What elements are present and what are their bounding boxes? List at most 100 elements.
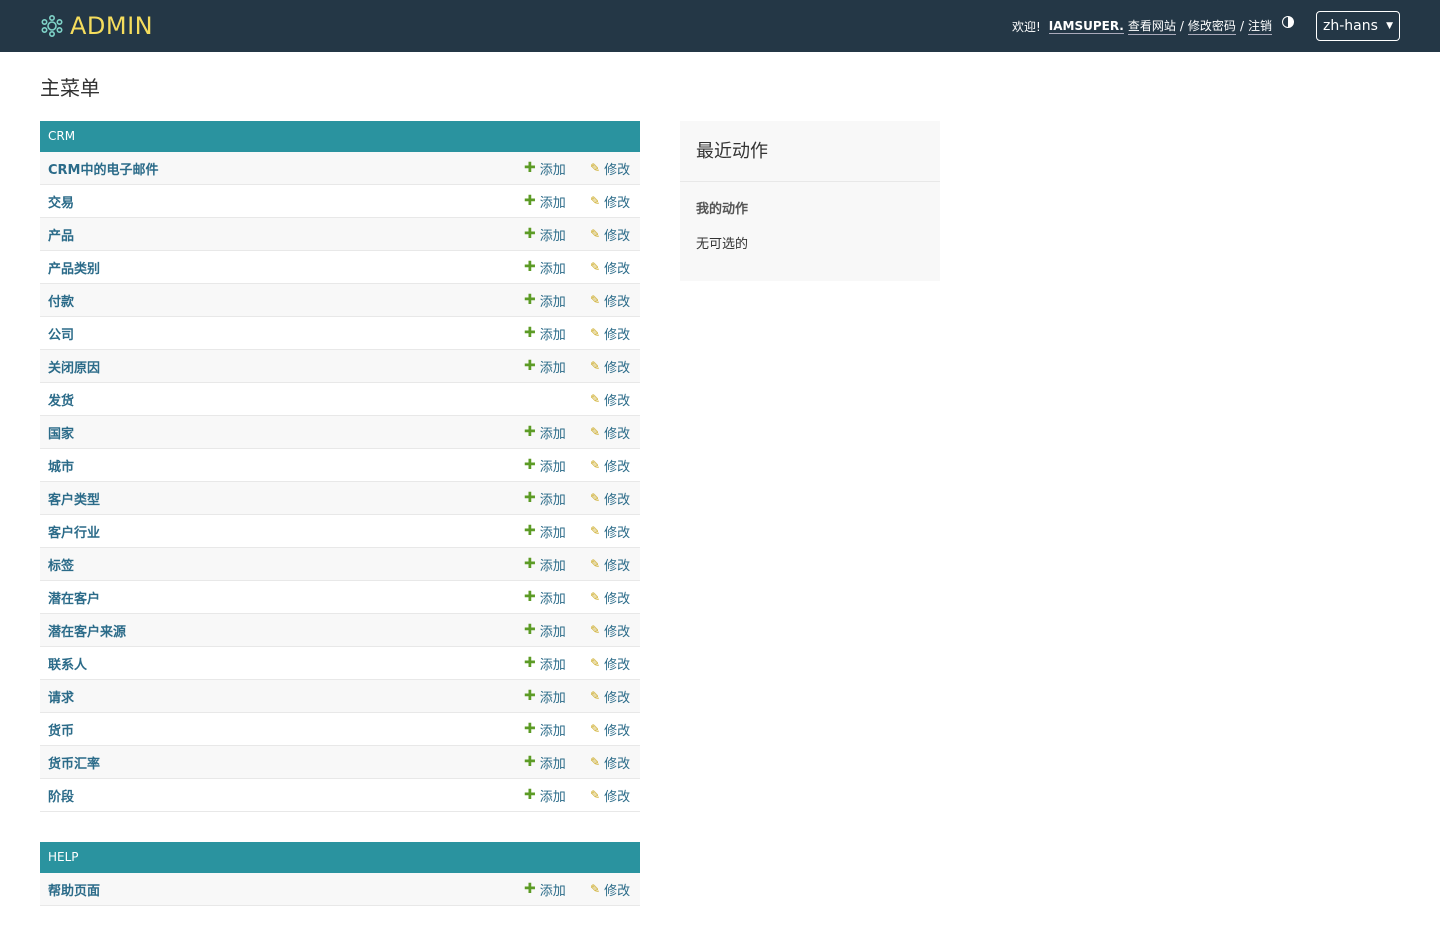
plus-icon: ✚ xyxy=(524,193,536,209)
change-link[interactable]: ✎ 修改 xyxy=(590,291,632,310)
change-link[interactable]: ✎ 修改 xyxy=(590,720,632,739)
model-link[interactable]: 联系人 xyxy=(48,654,524,673)
add-link[interactable]: ✚ 添加 xyxy=(524,324,590,343)
model-row: 付款 ✚ 添加 ✎ 修改 xyxy=(40,284,640,317)
add-link[interactable]: ✚ 添加 xyxy=(524,258,590,277)
my-actions-title: 我的动作 xyxy=(696,202,749,217)
model-link[interactable]: CRM中的电子邮件 xyxy=(48,159,524,178)
plus-icon: ✚ xyxy=(524,721,536,737)
add-link[interactable]: ✚ 添加 xyxy=(524,225,590,244)
view-site-link[interactable]: 查看网站 xyxy=(1127,17,1176,35)
model-link[interactable]: 请求 xyxy=(48,687,524,706)
model-link[interactable]: 潜在客户来源 xyxy=(48,621,524,640)
add-link[interactable]: ✚ 添加 xyxy=(524,588,590,607)
add-link[interactable]: ✚ 添加 xyxy=(524,192,590,211)
username: IAMSUPER. xyxy=(1048,18,1124,34)
language-select[interactable]: zh-hans ▼ xyxy=(1316,11,1400,41)
model-link[interactable]: 客户行业 xyxy=(48,522,524,541)
change-link[interactable]: ✎ 修改 xyxy=(590,786,632,805)
change-link[interactable]: ✎ 修改 xyxy=(590,522,632,541)
change-link[interactable]: ✎ 修改 xyxy=(590,654,632,673)
add-label: 添加 xyxy=(539,426,566,442)
model-link[interactable]: 货币 xyxy=(48,720,524,739)
add-label: 添加 xyxy=(539,883,566,899)
model-link[interactable]: 发货 xyxy=(48,390,524,409)
change-link[interactable]: ✎ 修改 xyxy=(590,225,632,244)
add-link[interactable]: ✚ 添加 xyxy=(524,687,590,706)
model-link[interactable]: 国家 xyxy=(48,423,524,442)
change-link[interactable]: ✎ 修改 xyxy=(590,753,632,772)
change-label: 修改 xyxy=(604,525,631,541)
change-link[interactable]: ✎ 修改 xyxy=(590,687,632,706)
separator: / xyxy=(1239,19,1244,33)
pencil-icon: ✎ xyxy=(590,458,601,472)
change-link[interactable]: ✎ 修改 xyxy=(590,880,632,899)
model-row: 客户类型 ✚ 添加 ✎ 修改 xyxy=(40,482,640,515)
change-link[interactable]: ✎ 修改 xyxy=(590,621,632,640)
pencil-icon: ✎ xyxy=(590,656,601,670)
model-link[interactable]: 付款 xyxy=(48,291,524,310)
add-label: 添加 xyxy=(539,261,566,277)
change-password-link[interactable]: 修改密码 xyxy=(1187,17,1236,35)
change-link[interactable]: ✎ 修改 xyxy=(590,588,632,607)
add-label: 添加 xyxy=(539,624,566,640)
plus-icon: ✚ xyxy=(524,655,536,671)
site-title[interactable]: ADMIN xyxy=(70,12,153,40)
change-link[interactable]: ✎ 修改 xyxy=(590,324,632,343)
model-link[interactable]: 货币汇率 xyxy=(48,753,524,772)
change-link[interactable]: ✎ 修改 xyxy=(590,489,632,508)
change-link[interactable]: ✎ 修改 xyxy=(590,357,632,376)
add-link[interactable]: ✚ 添加 xyxy=(524,522,590,541)
add-link[interactable]: ✚ 添加 xyxy=(524,357,590,376)
add-link[interactable]: ✚ 添加 xyxy=(524,555,590,574)
add-link[interactable]: ✚ 添加 xyxy=(524,880,590,899)
change-link[interactable]: ✎ 修改 xyxy=(590,423,632,442)
add-link[interactable]: ✚ 添加 xyxy=(524,456,590,475)
change-label: 修改 xyxy=(604,723,631,739)
add-link[interactable]: ✚ 添加 xyxy=(524,720,590,739)
change-link[interactable]: ✎ 修改 xyxy=(590,159,632,178)
change-link[interactable]: ✎ 修改 xyxy=(590,258,632,277)
model-link[interactable]: 潜在客户 xyxy=(48,588,524,607)
pencil-icon: ✎ xyxy=(590,722,601,736)
pencil-icon: ✎ xyxy=(590,326,601,340)
model-link[interactable]: 阶段 xyxy=(48,786,524,805)
model-link[interactable]: 关闭原因 xyxy=(48,357,524,376)
model-link[interactable]: 交易 xyxy=(48,192,524,211)
change-label: 修改 xyxy=(604,294,631,310)
module-header[interactable]: HELP xyxy=(40,842,640,873)
change-label: 修改 xyxy=(604,360,631,376)
model-link[interactable]: 产品类别 xyxy=(48,258,524,277)
change-link[interactable]: ✎ 修改 xyxy=(590,555,632,574)
add-link[interactable]: ✚ 添加 xyxy=(524,654,590,673)
model-link[interactable]: 客户类型 xyxy=(48,489,524,508)
change-link[interactable]: ✎ 修改 xyxy=(590,390,632,409)
plus-icon: ✚ xyxy=(524,259,536,275)
module-header[interactable]: CRM xyxy=(40,121,640,152)
pencil-icon: ✎ xyxy=(590,689,601,703)
plus-icon: ✚ xyxy=(524,424,536,440)
add-link[interactable]: ✚ 添加 xyxy=(524,621,590,640)
theme-toggle-icon[interactable] xyxy=(1282,16,1294,28)
add-link[interactable]: ✚ 添加 xyxy=(524,786,590,805)
model-link[interactable]: 公司 xyxy=(48,324,524,343)
model-link[interactable]: 帮助页面 xyxy=(48,880,524,899)
add-link[interactable]: ✚ 添加 xyxy=(524,159,590,178)
pencil-icon: ✎ xyxy=(590,755,601,769)
user-tools: 欢迎! IAMSUPER. 查看网站 / 修改密码 / 注销 zh-hans ▼ xyxy=(1012,11,1400,41)
logout-link[interactable]: 注销 xyxy=(1247,17,1272,35)
pencil-icon: ✎ xyxy=(590,425,601,439)
plus-icon: ✚ xyxy=(524,358,536,374)
plus-icon: ✚ xyxy=(524,589,536,605)
add-link[interactable]: ✚ 添加 xyxy=(524,753,590,772)
model-link[interactable]: 产品 xyxy=(48,225,524,244)
change-link[interactable]: ✎ 修改 xyxy=(590,192,632,211)
language-select-value: zh-hans xyxy=(1323,18,1378,34)
model-link[interactable]: 城市 xyxy=(48,456,524,475)
add-link[interactable]: ✚ 添加 xyxy=(524,489,590,508)
change-link[interactable]: ✎ 修改 xyxy=(590,456,632,475)
add-link[interactable]: ✚ 添加 xyxy=(524,423,590,442)
brand[interactable]: ADMIN xyxy=(40,12,153,40)
add-link[interactable]: ✚ 添加 xyxy=(524,291,590,310)
model-link[interactable]: 标签 xyxy=(48,555,524,574)
